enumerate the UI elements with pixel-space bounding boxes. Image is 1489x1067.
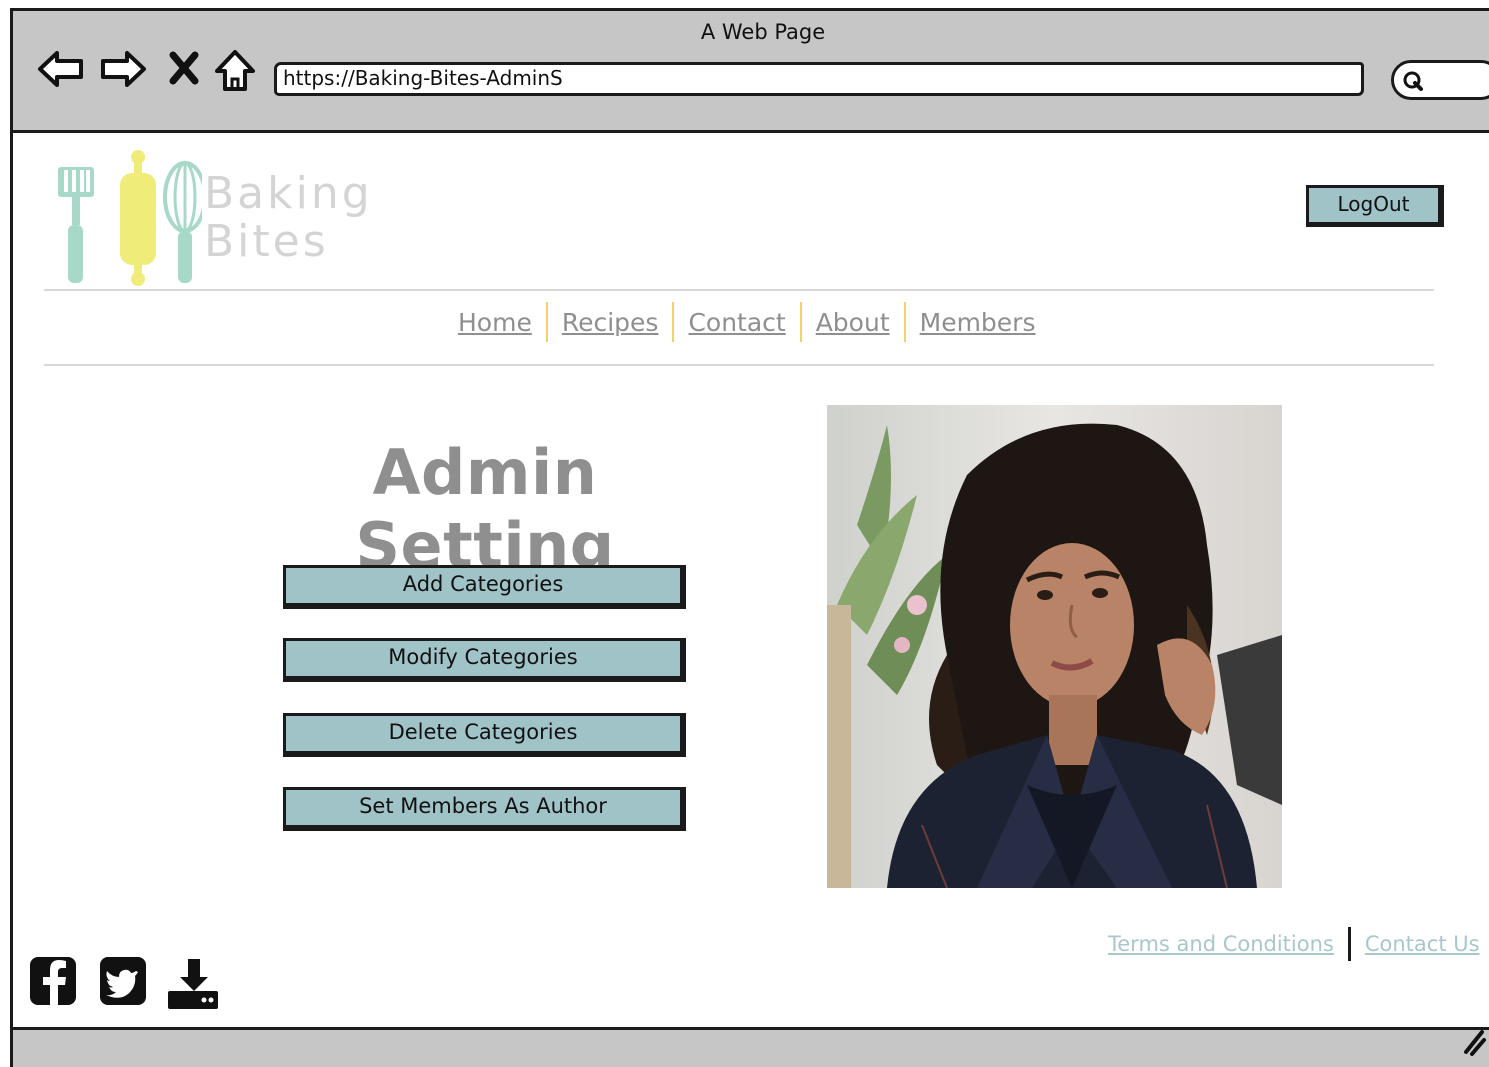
admin-profile-photo xyxy=(827,405,1282,888)
terms-and-conditions-link[interactable]: Terms and Conditions xyxy=(1108,932,1334,956)
delete-categories-button[interactable]: Delete Categories xyxy=(283,713,686,757)
logo-text: Baking Bites xyxy=(204,170,373,266)
search-field[interactable] xyxy=(1391,60,1489,100)
download-icon[interactable] xyxy=(166,955,222,1011)
logo-line-2: Bites xyxy=(204,216,329,267)
search-icon xyxy=(1403,71,1423,91)
add-categories-button[interactable]: Add Categories xyxy=(283,565,686,609)
nav-link-recipes[interactable]: Recipes xyxy=(548,308,673,337)
main-nav: Home Recipes Contact About Members xyxy=(444,300,1049,344)
footer-links: Terms and Conditions Contact Us xyxy=(1108,926,1480,962)
resize-handle-icon[interactable] xyxy=(1462,1026,1486,1056)
nav-divider-bottom xyxy=(44,364,1434,366)
baking-utensils-logo-icon xyxy=(58,150,207,286)
address-bar[interactable]: https://Baking-Bites-AdminS xyxy=(274,62,1364,96)
nav-divider-top xyxy=(44,289,1434,291)
site-logo[interactable] xyxy=(52,137,207,291)
browser-toolbar: A Web Page https://Baking-Bites-AdminS xyxy=(13,11,1489,133)
modify-categories-button[interactable]: Modify Categories xyxy=(283,638,686,682)
home-icon[interactable] xyxy=(213,47,257,95)
contact-us-link[interactable]: Contact Us xyxy=(1365,932,1480,956)
forward-arrow-icon[interactable] xyxy=(99,47,147,91)
set-members-as-author-button[interactable]: Set Members As Author xyxy=(283,787,686,831)
stop-icon[interactable] xyxy=(167,47,201,91)
logout-button[interactable]: LogOut xyxy=(1306,185,1444,227)
footer-separator xyxy=(1347,927,1351,961)
browser-status-bar xyxy=(13,1027,1489,1067)
nav-link-about[interactable]: About xyxy=(802,308,904,337)
nav-link-home[interactable]: Home xyxy=(444,308,546,337)
window-title: A Web Page xyxy=(700,20,826,44)
twitter-icon[interactable] xyxy=(98,955,148,1007)
back-arrow-icon[interactable] xyxy=(37,47,85,91)
nav-link-members[interactable]: Members xyxy=(906,308,1050,337)
page-title: Admin Setting xyxy=(355,436,615,582)
nav-link-contact[interactable]: Contact xyxy=(674,308,799,337)
logo-line-1: Baking xyxy=(204,168,373,219)
facebook-icon[interactable] xyxy=(28,955,78,1007)
